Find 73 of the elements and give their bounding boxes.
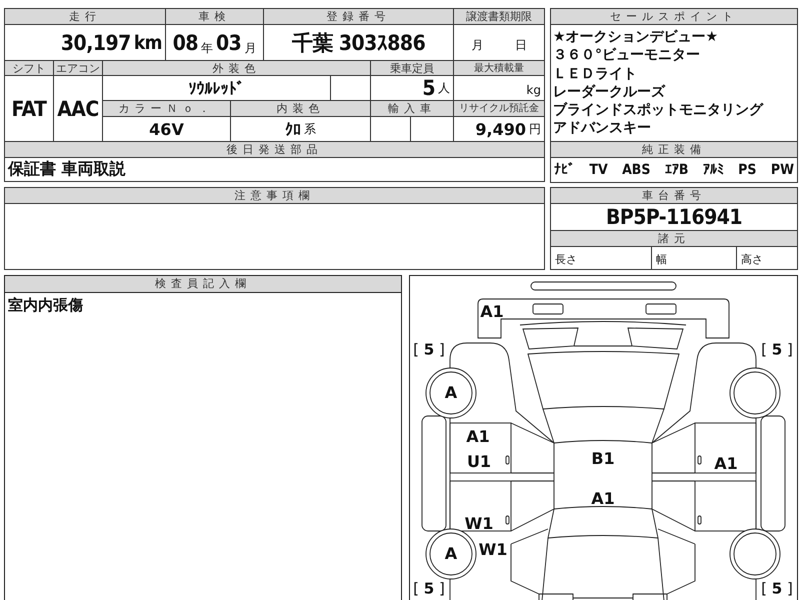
recycle-deposit-value: 9,490	[475, 120, 526, 138]
damage-code: A	[444, 545, 458, 563]
column-header: カラーＮｏ．	[103, 101, 230, 116]
inspector-note: 室内内張傷	[8, 296, 83, 315]
equipment-item: PS	[738, 162, 756, 178]
damage-code: A1	[466, 428, 490, 446]
column-header: 後日発送部品	[5, 142, 544, 157]
unit-label: 円	[529, 121, 541, 138]
aircon-value: AAC	[57, 96, 99, 120]
sales-point: アドバンスキー	[553, 119, 652, 138]
damage-code: A1	[480, 303, 504, 321]
month-value: 03	[216, 30, 242, 54]
equipment-item: ABS	[622, 162, 650, 178]
unit-label: km	[134, 32, 162, 54]
damage-code: A1	[591, 490, 615, 508]
unit-label: 月	[471, 37, 484, 54]
mileage-value: 30,197	[60, 30, 131, 54]
damage-code: U1	[466, 453, 492, 471]
spec-label: 幅	[652, 247, 736, 269]
equipment-item: TV	[589, 162, 608, 178]
column-header: 走行	[5, 9, 165, 24]
damage-code: A	[444, 384, 458, 402]
unit-label: 月	[244, 40, 256, 57]
tread-depth: [ 5 ]	[413, 580, 445, 598]
column-header: 諸元	[551, 231, 797, 246]
spec-label: 高さ	[737, 247, 797, 269]
spec-label: 長さ	[551, 247, 651, 269]
chassis-number: BP5P-116941	[606, 205, 742, 229]
column-header: 最大積載量	[454, 61, 544, 75]
exterior-color-value: ｿｳﾙﾚｯﾄﾞ	[188, 78, 244, 98]
year-value: 08	[172, 30, 198, 54]
column-header: 外装色	[103, 61, 370, 75]
damage-code: W1	[464, 515, 494, 533]
column-header: セールスポイント	[551, 9, 797, 24]
tread-depth: [ 5 ]	[761, 342, 793, 358]
shift-value: FAT	[12, 96, 46, 120]
tread-depth: [ 5 ]	[761, 580, 793, 598]
damage-code: B1	[591, 450, 615, 468]
color-number-value: 46V	[149, 120, 184, 138]
unit-label: 系	[304, 121, 316, 138]
column-header: 車台番号	[551, 188, 797, 203]
column-header: リサイクル預託金	[454, 101, 544, 116]
column-header: 譲渡書類期限	[454, 9, 544, 24]
unit-label: kg	[526, 83, 541, 99]
interior-color-value: ｸﾛ	[285, 120, 301, 138]
column-header: 内装色	[231, 101, 370, 116]
sales-point: ブラインドスポットモニタリング	[553, 101, 764, 120]
sales-point: ★オークションデビュー★	[553, 28, 720, 46]
tread-depth: [ 5 ]	[413, 342, 445, 358]
registration-number: 千葉 303ｽ886	[292, 30, 426, 56]
equipment-item: ﾅﾋﾞ	[554, 162, 575, 178]
unit-label: 日	[514, 37, 527, 54]
column-header: 登録番号	[264, 9, 453, 24]
equipment-item: ｴｱB	[664, 162, 688, 178]
column-header: 注意事項欄	[5, 188, 544, 203]
equipment-item: PW	[770, 162, 794, 178]
column-header: 純正装備	[551, 142, 797, 157]
column-header: エアコン	[54, 61, 102, 75]
column-header: 輸入車	[371, 101, 453, 116]
equipment-item: ｱﾙﾐ	[702, 162, 724, 178]
sales-point: レーダークルーズ	[553, 82, 666, 102]
column-header: 検査員記入欄	[5, 276, 401, 293]
column-header: 車検	[166, 9, 263, 24]
damage-code: A1	[714, 455, 738, 473]
parts-to-follow-value: 保証書 車両取説	[8, 159, 126, 180]
unit-label: 人	[438, 80, 450, 97]
capacity-value: 5	[422, 76, 435, 100]
unit-label: 年	[201, 40, 213, 57]
damage-code: W1	[478, 541, 508, 559]
column-header: 乗車定員	[371, 61, 453, 75]
column-header: シフト	[5, 61, 53, 75]
sales-point: ３６０°ビューモニター	[553, 46, 701, 65]
sales-point: ＬＥＤライト	[553, 64, 638, 83]
